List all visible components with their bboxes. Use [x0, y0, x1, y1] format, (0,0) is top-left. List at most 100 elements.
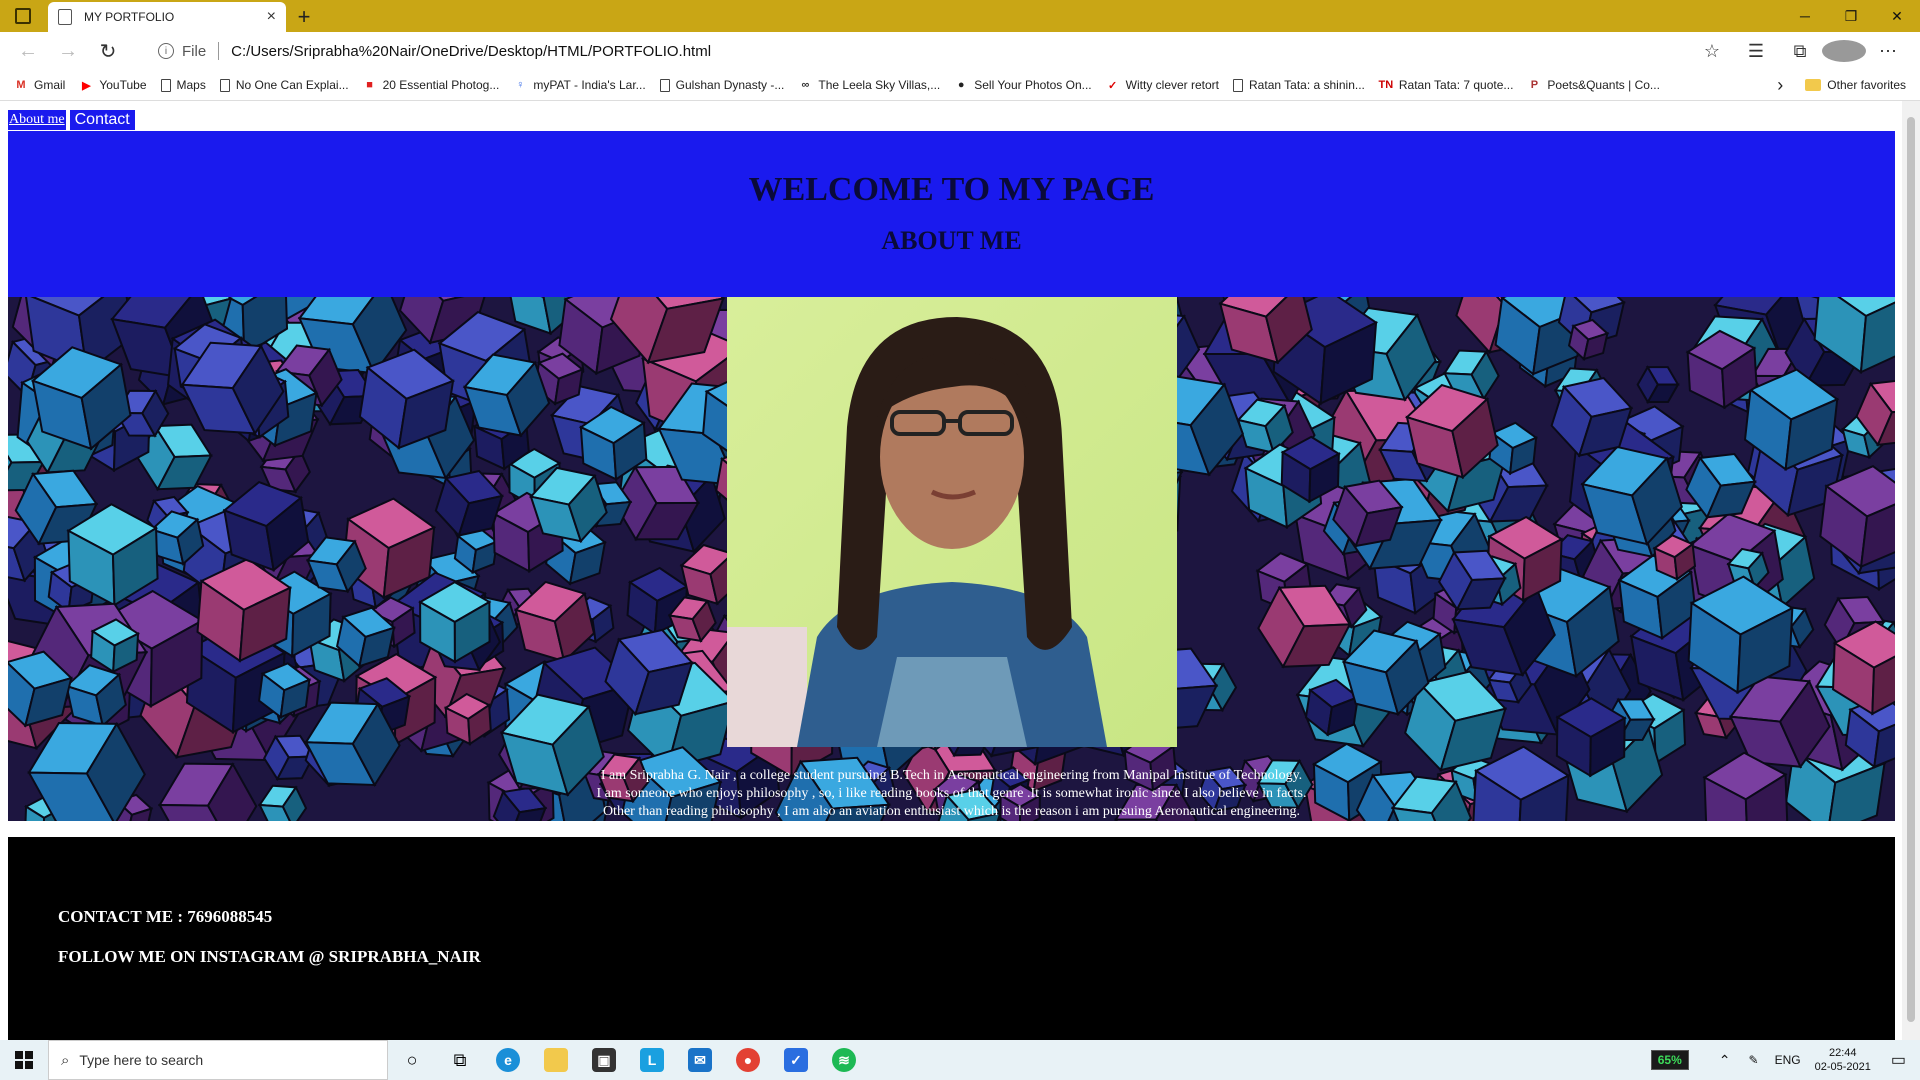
bookmark-label: 20 Essential Photog...: [382, 78, 500, 92]
store-icon[interactable]: ▣: [580, 1040, 628, 1080]
refresh-icon[interactable]: ↻: [88, 32, 128, 70]
bookmark-item[interactable]: ● Sell Your Photos On...: [954, 78, 1092, 92]
divider: [218, 42, 220, 60]
tab-actions-icon[interactable]: [0, 0, 46, 32]
favorites-list-icon[interactable]: ☰: [1734, 41, 1778, 62]
about-line: I am someone who enjoys philosophy , so,…: [596, 786, 1307, 801]
window-close-icon[interactable]: ✕: [1874, 0, 1920, 32]
bookmark-label: Poets&Quants | Co...: [1547, 78, 1660, 92]
bookmark-item[interactable]: No One Can Explai...: [219, 78, 349, 92]
spotify-icon[interactable]: ≋: [820, 1040, 868, 1080]
bookmark-label: Gulshan Dynasty -...: [675, 78, 785, 92]
chrome-icon[interactable]: ●: [724, 1040, 772, 1080]
browser-title-bar: MY PORTFOLIO × + ─ ❐ ✕: [0, 0, 1920, 32]
favorite-star-icon[interactable]: ☆: [1690, 41, 1734, 62]
scrollbar-thumb[interactable]: [1907, 117, 1915, 1022]
restore-icon[interactable]: ❐: [1828, 0, 1874, 32]
address-toolbar: ← → ↻ i File C:/Users/Sriprabha%20Nair/O…: [0, 32, 1920, 70]
welcome-heading: WELCOME TO MY PAGE: [748, 171, 1155, 208]
tab-close-icon[interactable]: ×: [267, 8, 276, 26]
tab-title: MY PORTFOLIO: [84, 10, 175, 24]
cortana-icon[interactable]: ○: [388, 1040, 436, 1080]
bookmarks-more-icon[interactable]: ›: [1777, 75, 1783, 96]
forward-arrow-icon[interactable]: →: [48, 32, 88, 70]
chevron-up-icon[interactable]: ⌃: [1719, 1052, 1731, 1069]
language-indicator[interactable]: ENG: [1775, 1053, 1801, 1067]
url-text[interactable]: C:/Users/Sriprabha%20Nair/OneDrive/Deskt…: [231, 43, 711, 60]
bookmark-label: No One Can Explai...: [235, 78, 349, 92]
about-paragraph: I am Sriprabha G. Nair , a college stude…: [8, 767, 1895, 821]
bookmark-item[interactable]: TN Ratan Tata: 7 quote...: [1379, 78, 1514, 92]
bookmark-label: Sell Your Photos On...: [974, 78, 1092, 92]
nav-about-link[interactable]: About me: [8, 110, 66, 130]
profile-photo: [727, 297, 1177, 747]
tripadvisor-icon: ∞: [801, 79, 810, 91]
bookmark-label: myPAT - India's Lar...: [533, 78, 646, 92]
info-icon[interactable]: i: [158, 43, 174, 59]
page-scrollbar[interactable]: [1902, 101, 1920, 1040]
folder-icon: [1805, 79, 1822, 91]
webpage: About me Contact WELCOME TO MY PAGE ABOU…: [0, 101, 1900, 1040]
youtube-icon: ▶: [82, 79, 91, 92]
bookmark-item[interactable]: ▶ YouTube: [79, 78, 146, 92]
bookmark-item[interactable]: M Gmail: [14, 78, 65, 92]
mail-icon[interactable]: ✉: [676, 1040, 724, 1080]
bookmark-item[interactable]: ✓ Witty clever retort: [1106, 78, 1219, 92]
l-app-icon[interactable]: L: [628, 1040, 676, 1080]
pq-icon: P: [1530, 79, 1539, 91]
battery-indicator[interactable]: 65%: [1650, 1050, 1689, 1070]
about-section: I am Sriprabha G. Nair , a college stude…: [8, 297, 1895, 821]
camera-icon: ●: [957, 79, 965, 91]
bookmark-label: The Leela Sky Villas,...: [818, 78, 941, 92]
taskbar-search-box[interactable]: ⌕ Type here to search: [48, 1040, 388, 1080]
nav-contact-link[interactable]: Contact: [69, 110, 135, 130]
pen-icon[interactable]: ✎: [1749, 1053, 1759, 1067]
clock-date: 02-05-2021: [1814, 1061, 1871, 1073]
other-favorites[interactable]: Other favorites: [1827, 78, 1906, 92]
bookmark-label: Maps: [176, 78, 206, 92]
contact-phone: CONTACT ME : 7696088545: [58, 907, 273, 926]
bookmark-label: Gmail: [34, 78, 66, 92]
bookmark-label: YouTube: [99, 78, 147, 92]
back-arrow-icon[interactable]: ←: [8, 32, 48, 70]
bookmark-label: Witty clever retort: [1125, 78, 1220, 92]
gmail-icon: M: [16, 79, 26, 91]
bookmark-item[interactable]: ∞ The Leela Sky Villas,...: [798, 78, 940, 92]
quote-icon: ✓: [1108, 79, 1118, 92]
more-menu-icon[interactable]: ⋯: [1866, 41, 1910, 62]
bookmark-item[interactable]: Ratan Tata: a shinin...: [1233, 78, 1365, 92]
page-icon: [1233, 78, 1244, 92]
bookmarks-bar: M Gmail ▶ YouTube Maps No One Can Explai... ■ 2…: [0, 70, 1920, 101]
todo-icon[interactable]: ✓: [772, 1040, 820, 1080]
page-icon: [219, 78, 230, 92]
collections-icon[interactable]: ⧉: [1778, 41, 1822, 62]
mypat-icon: ♀: [516, 79, 525, 91]
edge-icon[interactable]: e: [484, 1040, 532, 1080]
page-header: WELCOME TO MY PAGE ABOUT ME: [8, 131, 1895, 297]
windows-taskbar: ⌕ Type here to search ○ ⧉ e ▣ L ✉ ● ✓ ≋ …: [0, 1040, 1920, 1080]
bookmark-item[interactable]: Maps: [160, 78, 206, 92]
instagram-handle: FOLLOW ME ON INSTAGRAM @ SRIPRABHA_NAIR: [58, 947, 481, 966]
page-icon: [659, 78, 670, 92]
search-icon: ⌕: [61, 1051, 70, 1069]
clock[interactable]: 22:44 02-05-2021: [1815, 1046, 1871, 1074]
file-explorer-icon[interactable]: [532, 1040, 580, 1080]
address-bar[interactable]: i File C:/Users/Sriprabha%20Nair/OneDriv…: [144, 36, 1724, 66]
profile-avatar-icon[interactable]: [1822, 40, 1866, 62]
windows-start-icon[interactable]: [0, 1040, 48, 1080]
clock-time: 22:44: [1828, 1047, 1857, 1059]
bookmark-item[interactable]: ♀ myPAT - India's Lar...: [513, 78, 645, 92]
bookmark-label: Ratan Tata: 7 quote...: [1398, 78, 1514, 92]
about-line: I am Sriprabha G. Nair , a college stude…: [600, 768, 1303, 783]
notifications-icon[interactable]: ▭: [1891, 1050, 1906, 1070]
tab-my-portfolio[interactable]: MY PORTFOLIO ×: [48, 2, 286, 32]
page-nav: About me Contact: [8, 110, 135, 130]
new-tab-button[interactable]: +: [286, 2, 322, 32]
bookmark-item[interactable]: ■ 20 Essential Photog...: [363, 78, 500, 92]
minimize-icon[interactable]: ─: [1782, 0, 1828, 32]
page-favicon-icon: [58, 9, 72, 25]
tn-icon: TN: [1378, 79, 1394, 91]
bookmark-item[interactable]: P Poets&Quants | Co...: [1527, 78, 1660, 92]
bookmark-item[interactable]: Gulshan Dynasty -...: [659, 78, 785, 92]
task-view-icon[interactable]: ⧉: [436, 1040, 484, 1080]
